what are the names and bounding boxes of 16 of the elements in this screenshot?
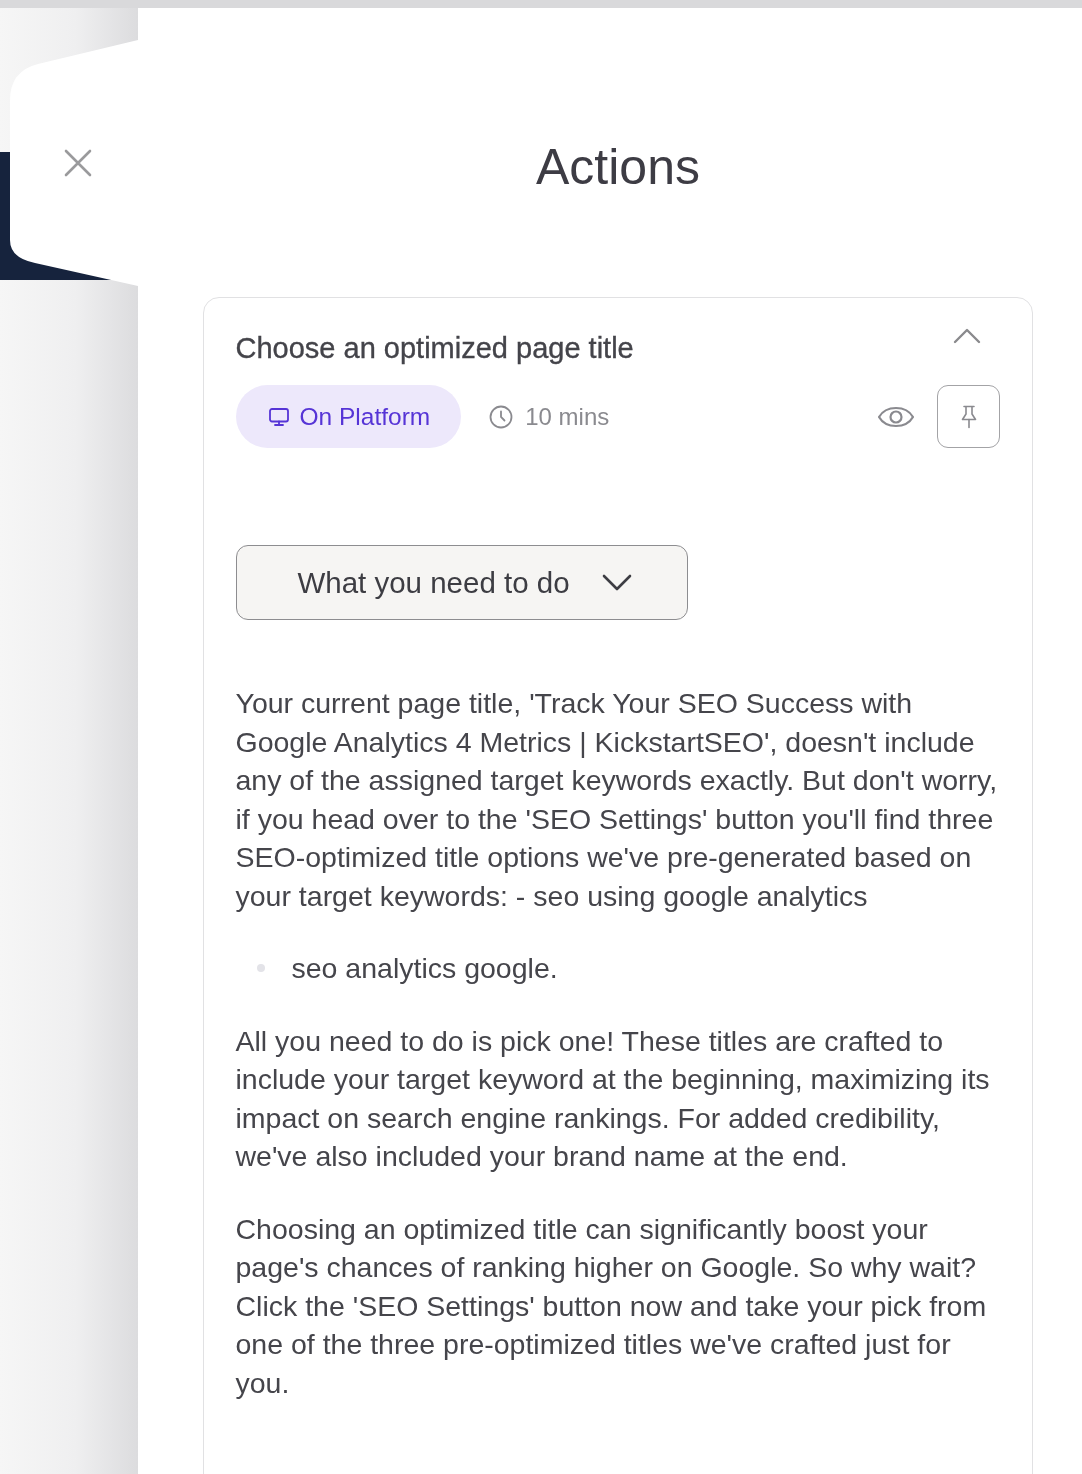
clock-icon [489,404,514,429]
chevron-down-icon [601,574,632,591]
pin-button[interactable] [937,385,1000,448]
paragraph-text: Your current page title, 'Track Your SEO Success with Google Analytics 4 Metrics | KickstartSEO', doesn't include any of the assigned target keywords exactly. But don't worry, if you head over to the 'SEO Settings' button you'll find three SEO-optimized title options we've pre-generated based on your target keywords: - seo using google analytics [235,686,999,914]
paragraph-text: Choosing an optimized title can significantly boost your page's chances of ranking higher on Google. So why wait? Click the 'SEO Settings' button now and take your pick from one of the three pre-optimized titles we've crafted just for you. [235,1211,988,1401]
duration-text: 10 mins [525,402,610,431]
channel-label: On Platform [299,402,431,431]
paragraph-text: All you need to do is pick one! These titles are crafted to include your target keyword at the beginning, maximizing its impact on search engine rankings. For added credibility, we've also included your brand name at the end. [235,1023,991,1174]
card-title: Choose an optimized page title [235,331,634,366]
close-icon[interactable] [64,149,92,177]
section-toggle-button[interactable]: What you need to do [235,545,688,620]
list-item-text: seo analytics google. [291,951,558,986]
panel-title: Actions [536,139,700,195]
monitor-icon [268,407,289,426]
chevron-up-icon[interactable] [953,328,981,344]
bullet-icon [256,964,265,973]
